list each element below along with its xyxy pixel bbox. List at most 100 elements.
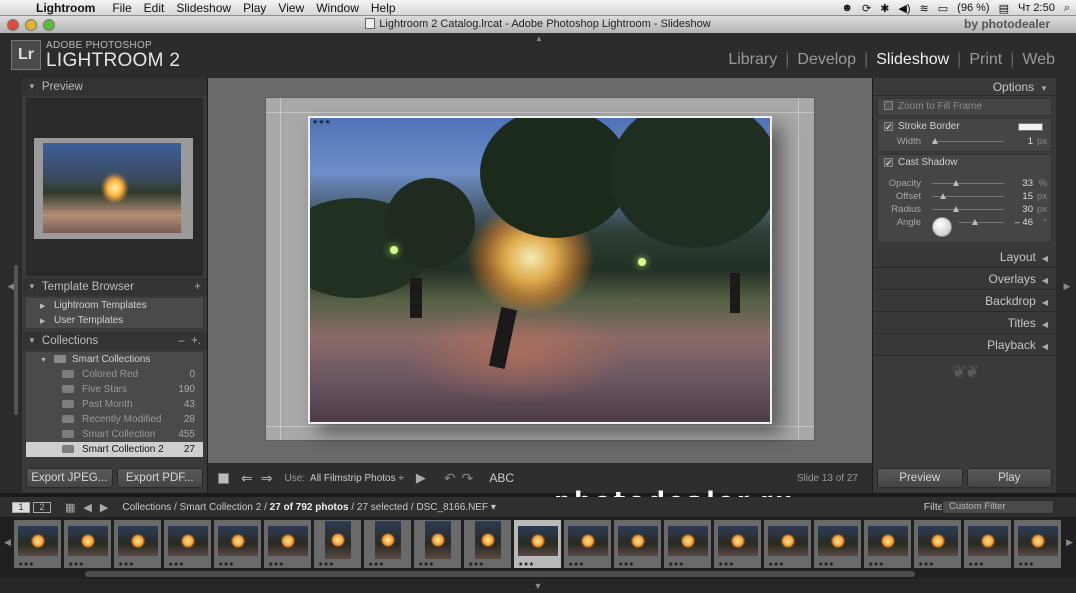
stop-icon[interactable]	[218, 472, 229, 484]
sync-icon[interactable]: ⟳	[862, 2, 871, 15]
width-slider-knob[interactable]	[932, 138, 938, 144]
angle-value[interactable]: – 46	[1015, 216, 1034, 229]
menu-window[interactable]: Window	[316, 1, 368, 15]
menu-play[interactable]: Play	[243, 1, 275, 15]
stroke-color-swatch[interactable]	[1018, 123, 1043, 131]
overlays-panel-header[interactable]: Overlays ◀	[873, 269, 1056, 290]
clock[interactable]: Чт 2:50	[1018, 2, 1055, 14]
filmstrip-thumbnail[interactable]: ★★★	[964, 520, 1011, 568]
spotlight-icon[interactable]: ⌕	[1064, 2, 1070, 15]
filmstrip-thumbnail[interactable]: ★★★	[264, 520, 311, 568]
cast-shadow-row[interactable]: ✓ Cast Shadow	[878, 155, 1051, 171]
filmstrip-thumbnail[interactable]: ★★★	[164, 520, 211, 568]
menu-view[interactable]: View	[278, 1, 313, 15]
rotate-left-icon[interactable]: ↶	[444, 470, 456, 487]
filmstrip-scroll-right-icon[interactable]: ▶	[1066, 537, 1073, 548]
menu-edit[interactable]: Edit	[144, 1, 174, 15]
collection-item[interactable]: Colored Red 0	[26, 367, 203, 382]
opacity-value[interactable]: 33	[1022, 177, 1033, 190]
filmstrip-thumbnail[interactable]: ★★★	[764, 520, 811, 568]
filmstrip-thumbnail[interactable]: ★★★	[214, 520, 261, 568]
width-slider-track[interactable]	[932, 138, 1004, 144]
menu-slideshow[interactable]: Slideshow	[176, 1, 240, 15]
collection-item-selected[interactable]: Smart Collection 2 27	[26, 442, 203, 457]
zoom-window-button[interactable]	[43, 19, 55, 31]
export-jpeg-button[interactable]: Export JPEG...	[26, 468, 113, 488]
right-panel-toggle-icon[interactable]: ▶	[1056, 281, 1076, 292]
menu-file[interactable]: File	[112, 1, 140, 15]
back-arrow-icon[interactable]: ◀	[83, 501, 91, 514]
template-browser-header[interactable]: ▼ Template Browser +	[22, 278, 207, 296]
wifi-icon[interactable]: ≋	[920, 2, 929, 15]
source-breadcrumb[interactable]: Collections / Smart Collection 2 / 27 of…	[122, 502, 496, 513]
minimize-window-button[interactable]	[25, 19, 37, 31]
play-preview-icon[interactable]: ▶	[416, 470, 426, 486]
filmstrip-thumbnail[interactable]: ★★★	[364, 520, 411, 568]
angle-slider-track[interactable]	[958, 219, 1004, 225]
rotate-right-icon[interactable]: ↷	[462, 470, 474, 487]
filmstrip-thumbnail[interactable]: ★★★	[814, 520, 861, 568]
left-panel-toggle-icon[interactable]: ◀	[0, 281, 22, 292]
filmstrip-thumbnail[interactable]: ★★★	[514, 520, 561, 568]
play-button[interactable]: Play	[966, 468, 1052, 488]
filmstrip-scroll-left-icon[interactable]: ◀	[4, 537, 11, 548]
preview-button[interactable]: Preview	[877, 468, 963, 488]
opacity-slider-knob[interactable]	[953, 180, 959, 186]
left-panel-edge[interactable]: ◀	[0, 78, 22, 493]
playback-panel-header[interactable]: Playback ◀	[873, 335, 1056, 356]
collections-header[interactable]: ▼ Collections – +.	[22, 332, 207, 350]
grid-view-icon[interactable]: ▦	[65, 501, 75, 514]
filmstrip-thumbnail[interactable]: ★★★	[564, 520, 611, 568]
bluetooth-icon[interactable]: ✱	[880, 2, 889, 15]
primary-display-button[interactable]: 1	[12, 501, 30, 513]
bottom-panel-toggle-icon[interactable]: ▼	[0, 579, 1076, 593]
module-web[interactable]: Web	[1014, 51, 1063, 69]
preview-panel-header[interactable]: ▼ Preview	[22, 78, 207, 96]
layout-guide[interactable]	[280, 98, 281, 440]
collection-item[interactable]: Smart Collection 455	[26, 427, 203, 442]
collection-item[interactable]: Five Stars 190	[26, 382, 203, 397]
right-panel-edge[interactable]: ▶	[1056, 78, 1076, 493]
module-develop[interactable]: Develop	[789, 51, 864, 69]
export-pdf-button[interactable]: Export PDF...	[116, 468, 203, 488]
smart-collections-folder[interactable]: ▼ Smart Collections	[26, 352, 203, 367]
radius-value[interactable]: 30	[1022, 203, 1033, 216]
filmstrip-scrollbar[interactable]	[85, 571, 915, 577]
template-folder-user[interactable]: ▶ User Templates	[26, 313, 203, 328]
radius-slider-knob[interactable]	[953, 206, 959, 212]
previous-slide-icon[interactable]: ⇐	[241, 470, 253, 487]
slide-canvas[interactable]: ★★★	[265, 97, 815, 441]
filmstrip-thumbnail[interactable]: ★★★	[314, 520, 361, 568]
filmstrip-thumbnail[interactable]: ★★★	[114, 520, 161, 568]
stroke-border-row[interactable]: ✓ Stroke Border	[878, 119, 1051, 135]
filmstrip-thumbnail[interactable]: ★★★	[664, 520, 711, 568]
cast-shadow-checkbox[interactable]: ✓	[884, 158, 893, 168]
filter-select[interactable]: Custom Filter	[942, 500, 1054, 514]
zoom-to-fill-checkbox[interactable]	[884, 101, 893, 110]
top-panel-toggle-icon[interactable]: ▲	[535, 34, 543, 43]
filmstrip-thumbnail[interactable]: ★★★	[864, 520, 911, 568]
options-panel-header[interactable]: Options ▼	[873, 78, 1056, 96]
battery-icon[interactable]: ▭	[938, 2, 948, 15]
next-slide-icon[interactable]: ⇒	[261, 470, 273, 487]
layout-guide[interactable]	[266, 112, 814, 113]
layout-guide[interactable]	[266, 426, 814, 427]
backdrop-panel-header[interactable]: Backdrop ◀	[873, 291, 1056, 312]
offset-value[interactable]: 15	[1022, 190, 1033, 203]
flag-icon[interactable]: ▤	[999, 2, 1009, 15]
collections-actions-icon[interactable]: – +.	[178, 332, 201, 350]
status-app-icon[interactable]: ☻	[841, 2, 853, 14]
layout-panel-header[interactable]: Layout ◀	[873, 247, 1056, 268]
collection-item[interactable]: Recently Modified 28	[26, 412, 203, 427]
filmstrip-thumbnail[interactable]: ★★★	[64, 520, 111, 568]
zoom-to-fill-row[interactable]: Zoom to Fill Frame	[878, 99, 1051, 115]
menu-help[interactable]: Help	[371, 1, 405, 15]
module-slideshow[interactable]: Slideshow	[868, 51, 957, 69]
angle-slider-knob[interactable]	[972, 219, 978, 225]
offset-slider-knob[interactable]	[940, 193, 946, 199]
filmstrip-thumbnail[interactable]: ★★★	[714, 520, 761, 568]
stroke-border-checkbox[interactable]: ✓	[884, 122, 893, 132]
filmstrip-thumbnail[interactable]: ★★★	[614, 520, 661, 568]
slide-photo[interactable]: ★★★	[308, 116, 772, 424]
left-panel-scrollbar[interactable]	[14, 265, 18, 415]
